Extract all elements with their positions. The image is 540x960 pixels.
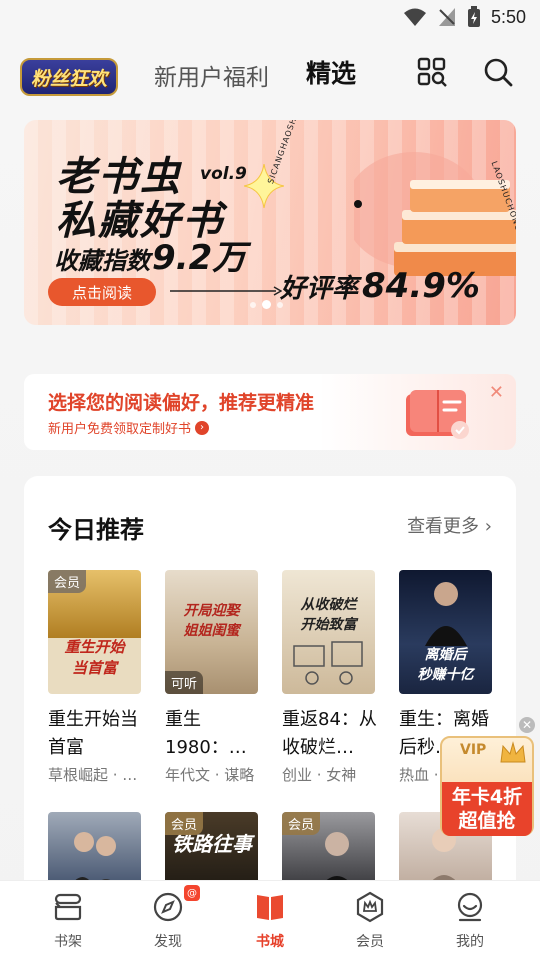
crown-icon [500, 741, 526, 763]
nav-item-mine[interactable]: 我的 [416, 881, 524, 960]
banner-pagination [250, 300, 283, 309]
preference-subtitle[interactable]: 新用户免费领取定制好书 › [48, 418, 210, 437]
nav-item-bookstore[interactable]: 书城 [216, 881, 324, 960]
book-cover[interactable]: 重生开始 当首富 会员 [48, 570, 141, 694]
banner-dot-active[interactable] [262, 300, 271, 309]
profile-icon [457, 892, 483, 922]
reading-preference-card[interactable]: 选择您的阅读偏好，推荐更精准 新用户免费领取定制好书 › ✕ [24, 374, 516, 450]
book-tags: 创业 · 女神 [282, 766, 357, 784]
bookshelf-icon [54, 893, 82, 921]
collect-label: 收藏指数 [54, 247, 150, 275]
cover-title: 从收破烂 开始致富 [300, 597, 357, 633]
member-crown-icon [356, 891, 384, 923]
chevron-right-icon: › [195, 420, 210, 435]
book-title: 重生开始当首富 [48, 709, 138, 758]
nav-item-member[interactable]: 会员 [316, 881, 424, 960]
nav-label: 书架 [54, 934, 82, 950]
status-time: 5:50 [490, 6, 526, 27]
nav-label: 我的 [456, 934, 484, 950]
banner-volume: vol.9 [200, 164, 247, 184]
member-badge: 会员 [48, 570, 87, 593]
banner-arrow-line [170, 286, 282, 296]
audio-available-tag: 可听 [165, 671, 204, 694]
vip-badge: VIP [460, 742, 487, 758]
banner-rating: 好评率 84.9% [280, 266, 480, 306]
battery-charging-icon [467, 6, 480, 27]
book-title: 重生1980：… [165, 709, 247, 758]
tab-new-user-benefits[interactable]: 新用户福利 [154, 58, 269, 92]
grid-search-icon[interactable] [416, 56, 448, 88]
cover-title: 离婚后 秒赚十亿 [417, 647, 474, 683]
close-icon[interactable]: ✕ [489, 382, 504, 403]
tab-featured[interactable]: 精选 [306, 54, 356, 90]
vip-line1: 年卡4折 [451, 786, 523, 808]
member-badge: 会员 [282, 812, 321, 835]
book-cover[interactable]: 开局迎娶 姐姐闺蜜 可听 [165, 570, 258, 694]
collect-value: 9.2万 [152, 238, 247, 278]
book-cover[interactable]: 离婚后 秒赚十亿 [399, 570, 492, 694]
nav-label: 会员 [356, 934, 384, 950]
click-to-read-button[interactable]: 点击阅读 [48, 278, 156, 306]
promo-banner[interactable]: 老书虫 私藏好书 vol.9 收藏指数 9.2万 点击阅读 好评率 84.9% … [24, 120, 516, 325]
member-badge: 会员 [165, 812, 204, 835]
nav-label: 发现 [154, 934, 182, 950]
banner-collect-index: 收藏指数 9.2万 [54, 230, 246, 279]
status-bar: 5:50 [0, 0, 540, 36]
bottom-navigation: 书架 @ 发现 书城 会员 我的 [0, 880, 540, 960]
vip-annual-card-promo[interactable]: VIP 年卡4折 超值抢 [440, 736, 534, 836]
banner-dot[interactable] [250, 301, 256, 308]
notification-badge: @ [184, 885, 200, 901]
top-header: 粉丝狂欢 新用户福利 精选 [0, 46, 540, 102]
status-icons: 5:50 [403, 6, 526, 28]
book-tags: 年代文 · 谋略 [165, 766, 255, 784]
view-more-text: 查看更多 [407, 516, 480, 537]
wifi-icon [403, 8, 426, 26]
no-signal-icon [438, 8, 455, 26]
chevron-right-icon: › [484, 516, 492, 537]
book-tags: 草根崛起 · … [48, 766, 138, 784]
search-icon[interactable] [482, 56, 514, 88]
view-more-link[interactable]: 查看更多 › [407, 512, 492, 538]
cover-figure [425, 582, 467, 646]
vip-close-icon[interactable]: ✕ [519, 717, 535, 733]
preference-title: 选择您的阅读偏好，推荐更精准 [48, 392, 315, 414]
nav-label: 书城 [256, 934, 284, 950]
nav-item-bookshelf[interactable]: 书架 [14, 881, 122, 960]
book-title: 重返84：从收破烂… [282, 709, 377, 758]
rate-label: 好评率 [280, 274, 359, 304]
cover-title: 开局迎娶 姐姐闺蜜 [183, 603, 240, 639]
banner-dot[interactable] [277, 301, 283, 308]
vip-line2: 超值抢 [458, 810, 516, 832]
cover-illustration [293, 641, 363, 685]
fan-carnival-logo[interactable]: 粉丝狂欢 [20, 58, 118, 96]
preference-subtitle-text: 新用户免费领取定制好书 [48, 422, 192, 437]
vip-promo-text: 年卡4折 超值抢 [442, 782, 532, 836]
section-title: 今日推荐 [48, 516, 144, 544]
bookstore-icon [257, 895, 283, 920]
rate-value: 84.9% [362, 266, 480, 306]
compass-icon [153, 892, 183, 922]
book-cover[interactable]: 从收破烂 开始致富 [282, 570, 375, 694]
open-book-icon [406, 390, 469, 439]
cover-title: 重生开始 当首富 [64, 638, 125, 677]
nav-item-discover[interactable]: @ 发现 [114, 881, 222, 960]
